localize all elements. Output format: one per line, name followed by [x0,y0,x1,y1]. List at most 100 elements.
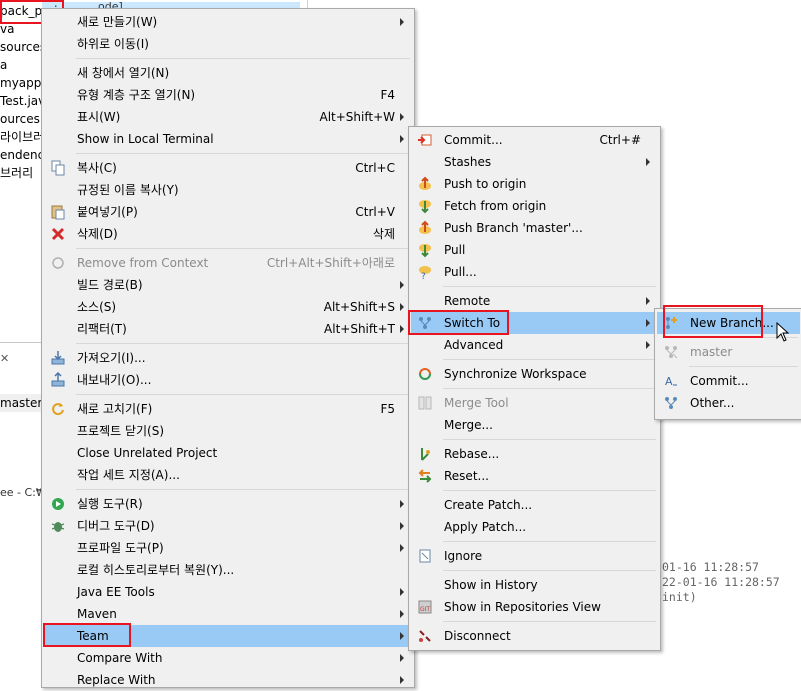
menu-item-rebase[interactable]: Rebase... [411,443,658,465]
menu-item-other[interactable]: Other... [657,392,800,414]
switch-branch-icon [417,315,433,331]
menu-item-maven[interactable]: Maven [44,603,412,625]
menu-item-label: Push Branch 'master'... [444,221,583,235]
menu-item-close-unrelated-project[interactable]: Close Unrelated Project [44,442,412,464]
menu-item-synchronize-workspace[interactable]: Synchronize Workspace [411,363,658,385]
menu-item-label: 새로 만들기(W) [77,15,158,29]
remove-context-icon [50,255,66,271]
menu-item-label: 실행 도구(R) [77,497,143,511]
menu-item-label: Rebase... [444,447,500,461]
menu-item-d[interactable]: 삭제(D) 삭제 [44,223,412,245]
menu-item-java-ee-tools[interactable]: Java EE Tools [44,581,412,603]
menu-item-shortcut: Alt+Shift+W [319,110,396,124]
tree-item[interactable]: myapp [0,74,41,92]
tree-item[interactable]: sources [0,38,46,56]
menu-item-shortcut: Ctrl+# [599,133,641,147]
menu-item-show-in-history[interactable]: Show in History [411,574,658,596]
menu-item-a[interactable]: 작업 세트 지정(A)... [44,464,412,486]
menu-item-p[interactable]: 붙여넣기(P) Ctrl+V [44,201,412,223]
chevron-right-icon [400,325,404,333]
refresh-icon [50,401,66,417]
menu-item-label: Commit... [444,133,503,147]
chevron-right-icon [400,632,404,640]
menu-item-reset[interactable]: Reset... [411,465,658,487]
menu-item-y[interactable]: 로컬 히스토리로부터 복원(Y)... [44,559,412,581]
menu-item-create-patch[interactable]: Create Patch... [411,494,658,516]
menu-item-push-branch-master[interactable]: Push Branch 'master'... [411,217,658,239]
menu-item-d[interactable]: 디버그 도구(D) [44,515,412,537]
menu-item-n[interactable]: 새 창에서 열기(N) [44,62,412,84]
menu-item-label: Push to origin [444,177,527,191]
menu-item-o[interactable]: 내보내기(O)... [44,369,412,391]
menu-item-label: 하위로 이동(I) [77,37,149,51]
menu-item-label: Remote [444,294,491,308]
menu-item-replace-with[interactable]: Replace With [44,669,412,691]
menu-item-c[interactable]: 복사(C) Ctrl+C [44,157,412,179]
menu-item-stashes[interactable]: Stashes [411,151,658,173]
menu-item-shortcut: Ctrl+Alt+Shift+아래로 [266,256,395,270]
menu-item-show-in-local-terminal[interactable]: Show in Local Terminal [44,128,412,150]
menu-item-r[interactable]: 실행 도구(R) [44,493,412,515]
menu-item-compare-with[interactable]: Compare With [44,647,412,669]
tree-item[interactable]: a [0,56,7,74]
menu-item-master[interactable]: master [657,341,800,363]
menu-item-apply-patch[interactable]: Apply Patch... [411,516,658,538]
history-line: 01-16 11:28:57 [662,560,759,574]
pull-dialog-icon: ? [417,264,433,282]
menu-item-label: 소스(S) [77,300,117,314]
menu-item-s[interactable]: 프로젝트 닫기(S) [44,420,412,442]
tree-item[interactable]: 브러리 [0,164,33,182]
tree-item[interactable]: ources [0,110,40,128]
menu-item-team[interactable]: Team [44,625,412,647]
menu-item-show-in-repositories-view[interactable]: GIT Show in Repositories View [411,596,658,618]
menu-item-disconnect[interactable]: Disconnect [411,625,658,647]
commit-icon [417,132,433,148]
svg-text:?: ? [421,272,426,280]
menu-item-n[interactable]: 유형 계층 구조 열기(N) F4 [44,84,412,106]
chevron-right-icon [400,281,404,289]
menu-item-label: Stashes [444,155,492,169]
svg-text:GIT: GIT [420,606,430,613]
menu-item-label: 가져오기(I)... [77,351,146,365]
history-line: init) [662,590,697,604]
menu-item-w[interactable]: 새로 만들기(W) [44,11,412,33]
branch-icon [663,344,679,360]
menu-item-ignore[interactable]: Ignore [411,545,658,567]
menu-item-label: Ignore [444,549,483,563]
menu-item-push-to-origin[interactable]: Push to origin [411,173,658,195]
chevron-right-icon [400,303,404,311]
close-icon[interactable]: ✕ [0,352,9,365]
tree-item[interactable]: 라이브러 [0,128,44,146]
chevron-right-icon [400,588,404,596]
menu-item-commit[interactable]: A Commit... [657,370,800,392]
menu-item-fetch-from-origin[interactable]: Fetch from origin [411,195,658,217]
menu-item-f[interactable]: 새로 고치기(F) F5 [44,398,412,420]
menu-item-w[interactable]: 표시(W) Alt+Shift+W [44,106,412,128]
menu-item-merge-tool[interactable]: Merge Tool [411,392,658,414]
menu-separator [76,248,410,249]
menu-item-advanced[interactable]: Advanced [411,334,658,356]
menu-item-pull[interactable]: Pull [411,239,658,261]
menu-item-pull[interactable]: ? Pull... [411,261,658,283]
menu-item-t[interactable]: 리팩터(T) Alt+Shift+T [44,318,412,340]
menu-item-remote[interactable]: Remote [411,290,658,312]
menu-item-remove-from-context[interactable]: Remove from Context Ctrl+Alt+Shift+아래로 [44,252,412,274]
menu-item-s[interactable]: 소스(S) Alt+Shift+S [44,296,412,318]
tree-item[interactable]: va [0,20,14,38]
menu-item-i[interactable]: 하위로 이동(I) [44,33,412,55]
menu-item-merge[interactable]: Merge... [411,414,658,436]
chevron-right-icon [646,297,650,305]
menu-item-p[interactable]: 프로파일 도구(P) [44,537,412,559]
menu-item-i[interactable]: 가져오기(I)... [44,347,412,369]
menu-item-y[interactable]: 규정된 이름 복사(Y) [44,179,412,201]
menu-item-switch-to[interactable]: Switch To [411,312,658,334]
menu-item-b[interactable]: 빌드 경로(B) [44,274,412,296]
menu-item-label: Reset... [444,469,489,483]
menu-item-commit[interactable]: Commit... Ctrl+# [411,129,658,151]
chevron-right-icon [400,654,404,662]
menu-separator [76,489,410,490]
menu-separator [443,541,656,542]
menu-item-label: Replace With [77,673,156,687]
rebase-icon [417,446,433,462]
menu-item-shortcut: Ctrl+V [355,205,395,219]
